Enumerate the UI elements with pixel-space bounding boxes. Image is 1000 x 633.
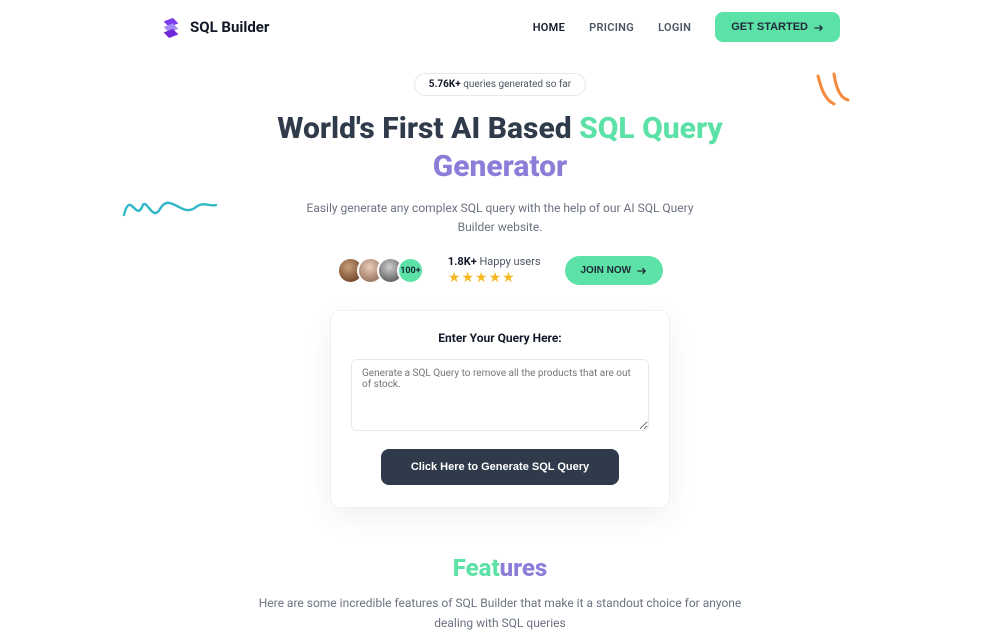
headline-part3: Generator	[433, 149, 568, 184]
hero-headline: World's First AI Based SQL Query Generat…	[0, 110, 1000, 185]
stats-pill-rest: queries generated so far	[461, 79, 571, 90]
subhead-line1: Easily generate any complex SQL query wi…	[307, 201, 694, 215]
nav-links: HOME PRICING LOGIN GET STARTED	[533, 12, 840, 42]
happy-count: 1.8K+	[448, 255, 477, 268]
features-sub-line2: dealing with SQL queries	[434, 616, 565, 630]
features-subhead: Here are some incredible features of SQL…	[0, 594, 1000, 632]
brand-name: SQL Builder	[190, 18, 269, 36]
features-title: Features	[0, 554, 1000, 582]
avatar-more-badge: 100+	[397, 257, 424, 284]
happy-users: 1.8K+ Happy users ★★★★★	[448, 255, 541, 286]
avatar-stack: 100+	[337, 257, 424, 284]
features-title-part1: Feat	[453, 554, 500, 582]
happy-users-text: 1.8K+ Happy users	[448, 255, 541, 268]
hero-section: 5.76K+ queries generated so far World's …	[0, 54, 1000, 508]
stats-pill: 5.76K+ queries generated so far	[414, 73, 586, 96]
subhead-line2: Builder website.	[458, 220, 543, 234]
join-now-button[interactable]: JOIN NOW	[565, 256, 664, 285]
arrow-right-icon	[637, 267, 647, 275]
brand-logo-icon	[160, 16, 182, 38]
nav-link-pricing[interactable]: PRICING	[589, 21, 634, 34]
headline-part1: World's First AI Based	[277, 111, 579, 146]
get-started-button[interactable]: GET STARTED	[715, 12, 840, 42]
decorative-squiggle-left-icon	[120, 185, 220, 225]
get-started-label: GET STARTED	[731, 21, 808, 33]
brand[interactable]: SQL Builder	[160, 16, 269, 38]
stats-pill-count: 5.76K+	[429, 79, 461, 90]
features-section: Features Here are some incredible featur…	[0, 554, 1000, 632]
arrow-right-icon	[814, 23, 824, 31]
star-rating-icon: ★★★★★	[448, 270, 541, 286]
join-now-label: JOIN NOW	[581, 265, 632, 276]
query-card: Enter Your Query Here: Click Here to Gen…	[330, 310, 670, 508]
features-sub-line1: Here are some incredible features of SQL…	[259, 596, 742, 610]
headline-part2: SQL Query	[579, 111, 723, 146]
query-card-title: Enter Your Query Here:	[351, 331, 649, 345]
top-nav: SQL Builder HOME PRICING LOGIN GET START…	[0, 0, 1000, 54]
nav-link-login[interactable]: LOGIN	[658, 21, 691, 34]
decorative-squiggle-right-icon	[812, 70, 852, 110]
happy-rest: Happy users	[477, 255, 541, 268]
query-input[interactable]	[351, 359, 649, 431]
generate-query-button[interactable]: Click Here to Generate SQL Query	[381, 449, 619, 485]
features-title-part2: ures	[500, 554, 548, 582]
social-proof-row: 100+ 1.8K+ Happy users ★★★★★ JOIN NOW	[0, 255, 1000, 286]
nav-link-home[interactable]: HOME	[533, 21, 565, 34]
